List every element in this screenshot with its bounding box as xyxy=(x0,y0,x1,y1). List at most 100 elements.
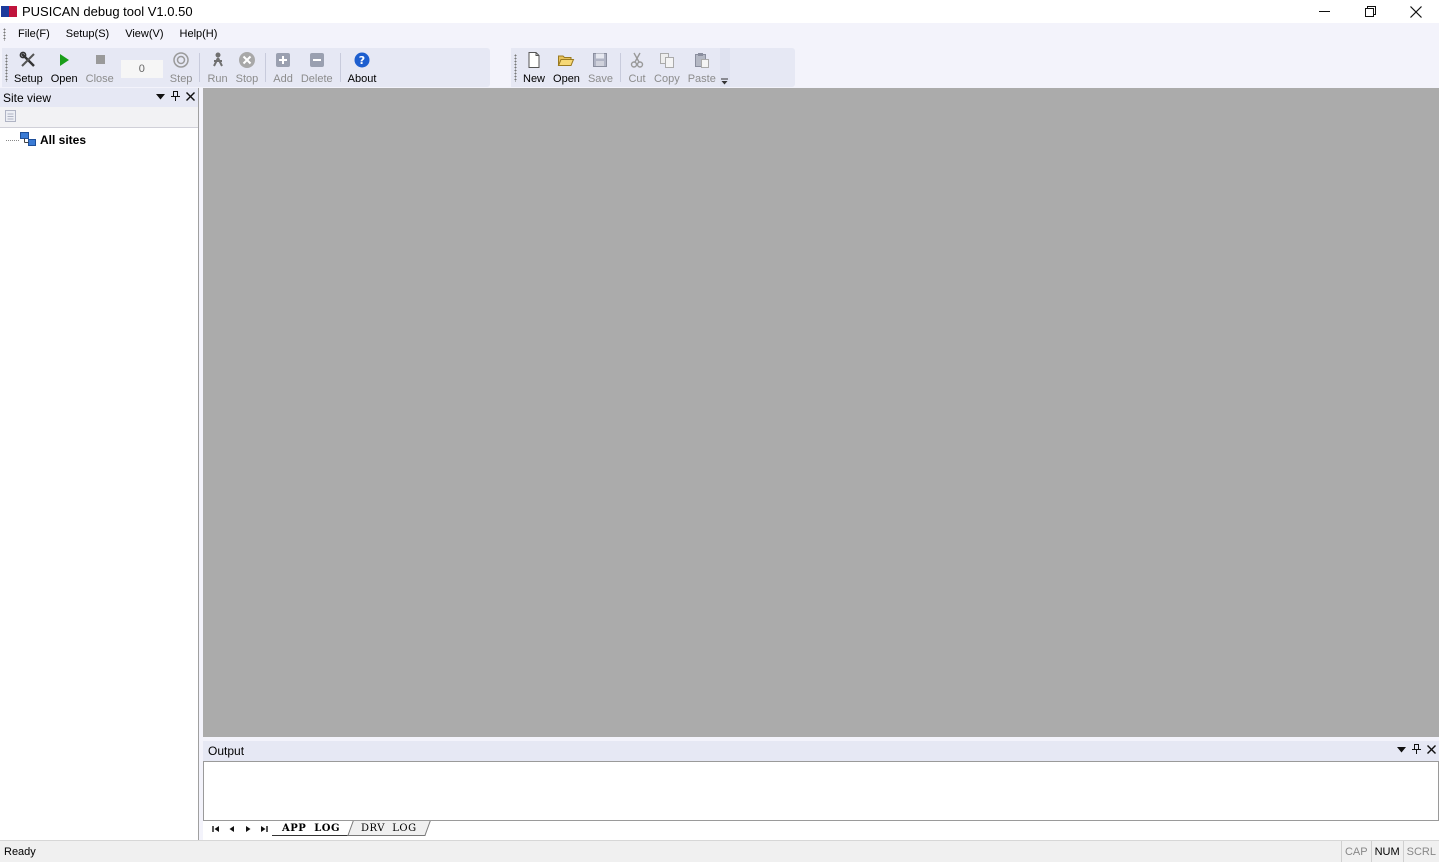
menu-setup[interactable]: Setup(S) xyxy=(58,23,117,46)
last-tab-icon[interactable] xyxy=(256,821,272,837)
copy-label: Copy xyxy=(654,73,680,85)
menu-help[interactable]: Help(H) xyxy=(172,23,226,46)
delete-label: Delete xyxy=(300,73,333,85)
output-log-area[interactable] xyxy=(203,761,1439,821)
paste-label: Paste xyxy=(687,73,716,85)
stop-button[interactable]: Stop xyxy=(232,48,263,87)
network-sites-icon xyxy=(20,131,36,150)
tree-root-label: All sites xyxy=(40,133,87,147)
runner-icon xyxy=(209,51,227,69)
output-tab-strip: APP LOG DRV LOG xyxy=(203,821,1439,840)
edit-toolbar: New Open Save Cut Copy Paste xyxy=(511,48,795,87)
menu-file[interactable]: File(F) xyxy=(10,23,58,46)
stop-square-icon xyxy=(91,51,109,69)
panel-close-icon[interactable] xyxy=(186,91,195,104)
pin-icon[interactable] xyxy=(171,91,180,104)
run-label: Run xyxy=(207,73,228,85)
close-icon xyxy=(1410,5,1422,18)
toolbar-grip[interactable] xyxy=(2,48,10,87)
add-button[interactable]: Add xyxy=(269,48,297,87)
toolbar-separator xyxy=(199,53,201,82)
scrl-indicator: SCRL xyxy=(1402,841,1439,862)
cut-button[interactable]: Cut xyxy=(624,48,650,87)
step-counter[interactable]: 0 xyxy=(118,48,166,87)
folder-open-icon xyxy=(557,51,575,69)
overflow-chevron-icon xyxy=(721,78,729,85)
title-bar: PUSICAN debug tool V1.0.50 xyxy=(0,0,1439,23)
toolbar-area: Setup Open Close 0 Step Run Stop Add Del… xyxy=(0,46,1439,88)
prev-tab-icon[interactable] xyxy=(224,821,240,837)
tools-icon xyxy=(19,51,37,69)
cap-indicator: CAP xyxy=(1340,841,1371,862)
plus-icon xyxy=(274,51,292,69)
new-file-button[interactable]: New xyxy=(519,48,549,87)
stop-label: Stop xyxy=(235,73,259,85)
menu-bar: File(F) Setup(S) View(V) Help(H) xyxy=(0,23,1439,46)
close-port-button[interactable]: Close xyxy=(82,48,118,87)
window-title: PUSICAN debug tool V1.0.50 xyxy=(22,4,193,19)
step-label: Step xyxy=(169,73,193,85)
about-label: About xyxy=(347,73,377,85)
next-tab-icon[interactable] xyxy=(240,821,256,837)
save-label: Save xyxy=(587,73,614,85)
main-toolbar: Setup Open Close 0 Step Run Stop Add Del… xyxy=(2,48,490,87)
run-button[interactable]: Run xyxy=(203,48,231,87)
properties-icon[interactable] xyxy=(4,109,18,126)
num-indicator: NUM xyxy=(1370,841,1403,862)
app-flag-icon xyxy=(1,6,17,17)
pin-icon[interactable] xyxy=(1412,744,1421,757)
menu-view[interactable]: View(V) xyxy=(117,23,171,46)
open-port-label: Open xyxy=(50,73,78,85)
tab-app-log[interactable]: APP LOG xyxy=(272,821,351,836)
open-file-button[interactable]: Open xyxy=(549,48,584,87)
delete-button[interactable]: Delete xyxy=(297,48,337,87)
setup-label: Setup xyxy=(14,73,43,85)
about-button[interactable]: ? About xyxy=(344,48,381,87)
floppy-disk-icon xyxy=(591,51,609,69)
panel-close-icon[interactable] xyxy=(1427,744,1436,757)
restore-button[interactable] xyxy=(1347,0,1393,23)
setup-button[interactable]: Setup xyxy=(10,48,47,87)
dropdown-arrow-icon[interactable] xyxy=(156,92,165,104)
site-view-title: Site view xyxy=(3,90,52,105)
toolbar-separator xyxy=(265,53,267,82)
status-text: Ready xyxy=(4,845,36,858)
minimize-button[interactable] xyxy=(1301,0,1347,23)
restore-icon xyxy=(1364,6,1376,17)
mdi-workspace[interactable] xyxy=(203,88,1439,737)
status-bar: Ready CAP NUM SCRL xyxy=(0,840,1439,862)
paste-button[interactable]: Paste xyxy=(684,48,720,87)
open-file-label: Open xyxy=(553,73,580,85)
open-port-button[interactable]: Open xyxy=(47,48,82,87)
help-question-icon: ? xyxy=(353,51,371,69)
menu-grip[interactable] xyxy=(3,28,6,41)
step-count-value[interactable]: 0 xyxy=(120,59,163,78)
dropdown-arrow-icon[interactable] xyxy=(1397,745,1406,757)
site-view-header: Site view xyxy=(0,88,198,107)
toolbar-separator xyxy=(620,53,622,82)
toolbar-separator xyxy=(339,53,341,82)
output-panel: Output APP LOG DRV LOG xyxy=(203,741,1439,840)
minimize-icon xyxy=(1318,11,1330,12)
clipboard-paste-icon xyxy=(693,51,711,69)
toolbar-grip[interactable] xyxy=(511,48,519,87)
first-tab-icon[interactable] xyxy=(208,821,224,837)
close-button[interactable] xyxy=(1393,0,1439,23)
play-icon xyxy=(55,51,73,69)
new-document-icon xyxy=(525,51,543,69)
copy-button[interactable]: Copy xyxy=(650,48,684,87)
toolbar-overflow-button[interactable] xyxy=(719,48,730,87)
step-button[interactable]: Step xyxy=(166,48,197,87)
output-header: Output xyxy=(203,741,1439,761)
site-view-panel: Site view All sites xyxy=(0,88,199,840)
copy-pages-icon xyxy=(658,51,676,69)
cut-label: Cut xyxy=(628,73,646,85)
tree-root-item[interactable]: All sites xyxy=(0,131,198,149)
step-cycle-icon xyxy=(172,51,190,69)
save-button[interactable]: Save xyxy=(584,48,617,87)
close-port-label: Close xyxy=(85,73,114,85)
tab-drv-log[interactable]: DRV LOG xyxy=(347,821,431,836)
window-controls xyxy=(1301,0,1439,23)
stop-circle-x-icon xyxy=(238,51,256,69)
minus-icon xyxy=(308,51,326,69)
